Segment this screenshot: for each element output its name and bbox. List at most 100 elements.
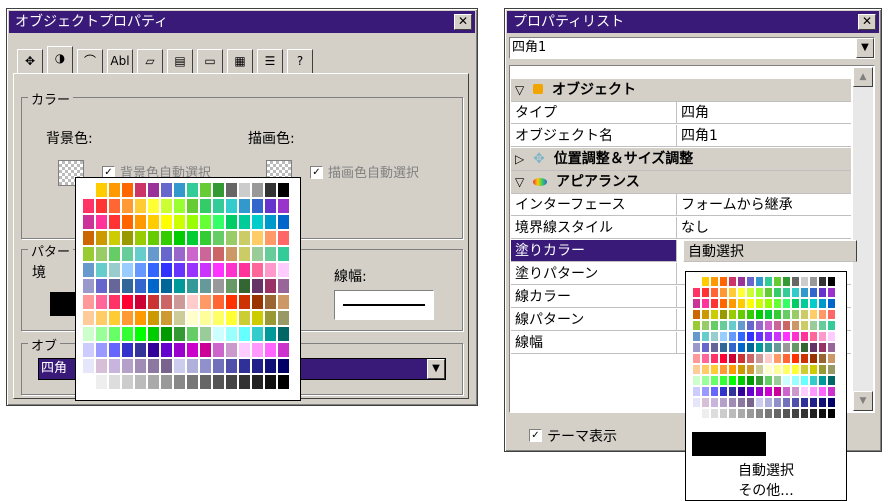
fill-color-swatch[interactable]: [746, 298, 755, 309]
fill-color-swatch[interactable]: [827, 298, 836, 309]
object-select-arrow[interactable]: ▼: [427, 359, 445, 379]
color-swatch[interactable]: [186, 326, 199, 342]
fill-color-swatch[interactable]: [809, 331, 818, 342]
color-swatch[interactable]: [108, 230, 121, 246]
color-swatch[interactable]: [264, 214, 277, 230]
color-swatch[interactable]: [277, 358, 290, 374]
color-swatch[interactable]: [173, 326, 186, 342]
color-swatch[interactable]: [186, 230, 199, 246]
color-swatch[interactable]: [134, 182, 147, 198]
color-swatch[interactable]: [199, 230, 212, 246]
color-swatch[interactable]: [134, 310, 147, 326]
fill-color-swatch[interactable]: [818, 397, 827, 408]
fill-color-swatch[interactable]: [773, 397, 782, 408]
row-interface-value[interactable]: フォームから継承: [677, 194, 851, 216]
color-swatch[interactable]: [95, 326, 108, 342]
color-swatch[interactable]: [264, 374, 277, 390]
fill-color-swatch[interactable]: [719, 309, 728, 320]
color-swatch[interactable]: [82, 262, 95, 278]
color-swatch[interactable]: [264, 230, 277, 246]
fill-color-swatch[interactable]: [800, 364, 809, 375]
color-swatch[interactable]: [147, 246, 160, 262]
color-swatch[interactable]: [160, 294, 173, 310]
color-swatch[interactable]: [147, 358, 160, 374]
color-swatch[interactable]: [238, 310, 251, 326]
row-fill-color-value[interactable]: 自動選択: [683, 240, 857, 262]
fill-color-swatch[interactable]: [818, 309, 827, 320]
color-swatch[interactable]: [121, 326, 134, 342]
color-swatch[interactable]: [199, 182, 212, 198]
fill-color-swatch[interactable]: [737, 375, 746, 386]
color-swatch[interactable]: [251, 182, 264, 198]
color-swatch[interactable]: [173, 358, 186, 374]
fill-color-swatch[interactable]: [809, 276, 818, 287]
fill-color-swatch[interactable]: [728, 353, 737, 364]
color-swatch[interactable]: [95, 310, 108, 326]
fill-color-swatch[interactable]: [710, 342, 719, 353]
color-swatch[interactable]: [225, 374, 238, 390]
fill-color-swatch[interactable]: [818, 298, 827, 309]
fill-color-swatch[interactable]: [764, 298, 773, 309]
fill-color-swatch[interactable]: [692, 342, 701, 353]
fill-color-swatch[interactable]: [773, 364, 782, 375]
color-swatch[interactable]: [134, 262, 147, 278]
fill-color-swatch[interactable]: [764, 397, 773, 408]
fill-color-swatch[interactable]: [764, 342, 773, 353]
fill-color-swatch[interactable]: [719, 287, 728, 298]
fill-color-swatch[interactable]: [737, 298, 746, 309]
color-swatch[interactable]: [95, 246, 108, 262]
fill-color-swatch[interactable]: [719, 353, 728, 364]
color-swatch[interactable]: [264, 262, 277, 278]
color-swatch[interactable]: [238, 278, 251, 294]
color-swatch[interactable]: [134, 214, 147, 230]
fill-color-swatch[interactable]: [809, 353, 818, 364]
fill-color-swatch[interactable]: [701, 364, 710, 375]
color-swatch[interactable]: [199, 198, 212, 214]
color-swatch[interactable]: [212, 342, 225, 358]
fill-color-swatch[interactable]: [764, 287, 773, 298]
color-swatch[interactable]: [212, 278, 225, 294]
color-swatch[interactable]: [173, 294, 186, 310]
left-close-button[interactable]: ✕: [454, 14, 472, 30]
fill-color-swatch[interactable]: [800, 375, 809, 386]
color-swatch[interactable]: [238, 230, 251, 246]
fill-color-swatch[interactable]: [719, 276, 728, 287]
color-swatch[interactable]: [277, 294, 290, 310]
fill-color-swatch[interactable]: [809, 386, 818, 397]
color-swatch[interactable]: [251, 230, 264, 246]
fill-color-swatch[interactable]: [755, 353, 764, 364]
color-swatch[interactable]: [264, 326, 277, 342]
color-swatch[interactable]: [186, 374, 199, 390]
fill-color-swatch[interactable]: [719, 397, 728, 408]
color-swatch[interactable]: [251, 294, 264, 310]
fill-color-swatch[interactable]: [782, 298, 791, 309]
fill-color-swatch[interactable]: [755, 375, 764, 386]
color-swatch[interactable]: [160, 310, 173, 326]
section-object[interactable]: ▽ オブジェクト: [511, 79, 851, 102]
fill-color-swatch[interactable]: [710, 397, 719, 408]
color-swatch[interactable]: [121, 374, 134, 390]
color-swatch[interactable]: [95, 230, 108, 246]
row-interface[interactable]: インターフェース フォームから継承: [511, 194, 851, 217]
color-swatch[interactable]: [108, 342, 121, 358]
fill-color-swatch[interactable]: [791, 342, 800, 353]
fill-color-swatch[interactable]: [827, 331, 836, 342]
fill-color-swatch[interactable]: [809, 320, 818, 331]
fill-color-swatch[interactable]: [818, 276, 827, 287]
color-swatch[interactable]: [277, 182, 290, 198]
color-swatch[interactable]: [108, 326, 121, 342]
color-swatch[interactable]: [147, 294, 160, 310]
color-swatch[interactable]: [199, 374, 212, 390]
color-swatch[interactable]: [251, 374, 264, 390]
color-swatch[interactable]: [212, 230, 225, 246]
fill-color-swatch[interactable]: [827, 320, 836, 331]
color-swatch[interactable]: [186, 262, 199, 278]
color-swatch[interactable]: [264, 358, 277, 374]
color-swatch[interactable]: [95, 262, 108, 278]
row-type-value[interactable]: 四角: [677, 102, 851, 124]
section-position[interactable]: ▷ ✥ 位置調整＆サイズ調整: [511, 148, 851, 171]
color-swatch[interactable]: [238, 358, 251, 374]
color-swatch[interactable]: [134, 278, 147, 294]
fill-color-swatch[interactable]: [782, 386, 791, 397]
fill-color-swatch[interactable]: [818, 364, 827, 375]
